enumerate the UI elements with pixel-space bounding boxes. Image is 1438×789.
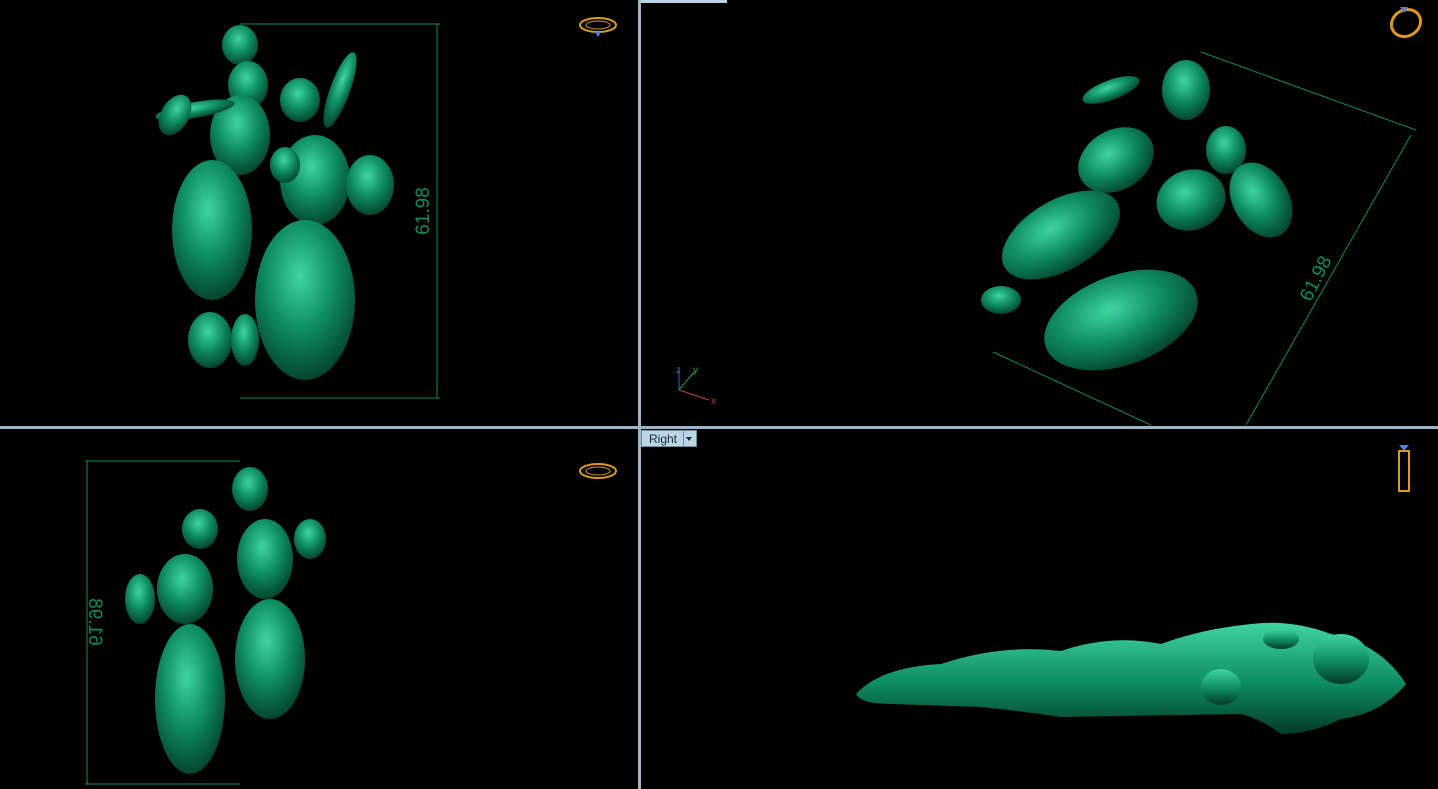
ring-perspective-icon <box>1389 7 1423 39</box>
axis-z-label: z <box>676 365 681 376</box>
model-figure-male <box>155 25 270 368</box>
model-side-profile <box>856 622 1406 734</box>
model-figure-pair-mirrored <box>125 467 326 774</box>
viewport-top-left[interactable]: 61.98 <box>0 0 638 426</box>
viewport-bottom-left[interactable]: 61.98 <box>0 429 638 789</box>
viewport-bottom-right[interactable] <box>641 429 1438 789</box>
ring-view-icon <box>579 17 617 37</box>
viewport-tab-label: Right <box>649 432 678 446</box>
viewport-divider-vertical[interactable] <box>638 0 641 789</box>
viewport-tab-top-right[interactable] <box>641 0 727 3</box>
ring-side-icon <box>1398 445 1410 492</box>
chevron-down-icon[interactable] <box>683 431 694 446</box>
axis-y-label: y <box>693 365 698 376</box>
model-canvas-top-left <box>155 17 617 399</box>
dimension-label: 61.98 <box>412 187 434 235</box>
viewport-divider-horizontal[interactable] <box>0 426 1438 429</box>
axis-triad: x y z <box>676 365 716 407</box>
axis-x-label: x <box>711 396 716 407</box>
model-figure-female <box>255 52 394 380</box>
model-canvas-top-right: x y z <box>676 7 1423 426</box>
ring-view-icon <box>579 463 617 479</box>
model-canvas-bottom-right <box>856 445 1410 734</box>
dimension-label: 61.98 <box>83 598 105 646</box>
viewport-tab-right[interactable]: Right <box>641 430 697 447</box>
viewport-top-right[interactable]: x y z 61.98 <box>641 0 1438 426</box>
model-figure-pair <box>981 60 1293 371</box>
